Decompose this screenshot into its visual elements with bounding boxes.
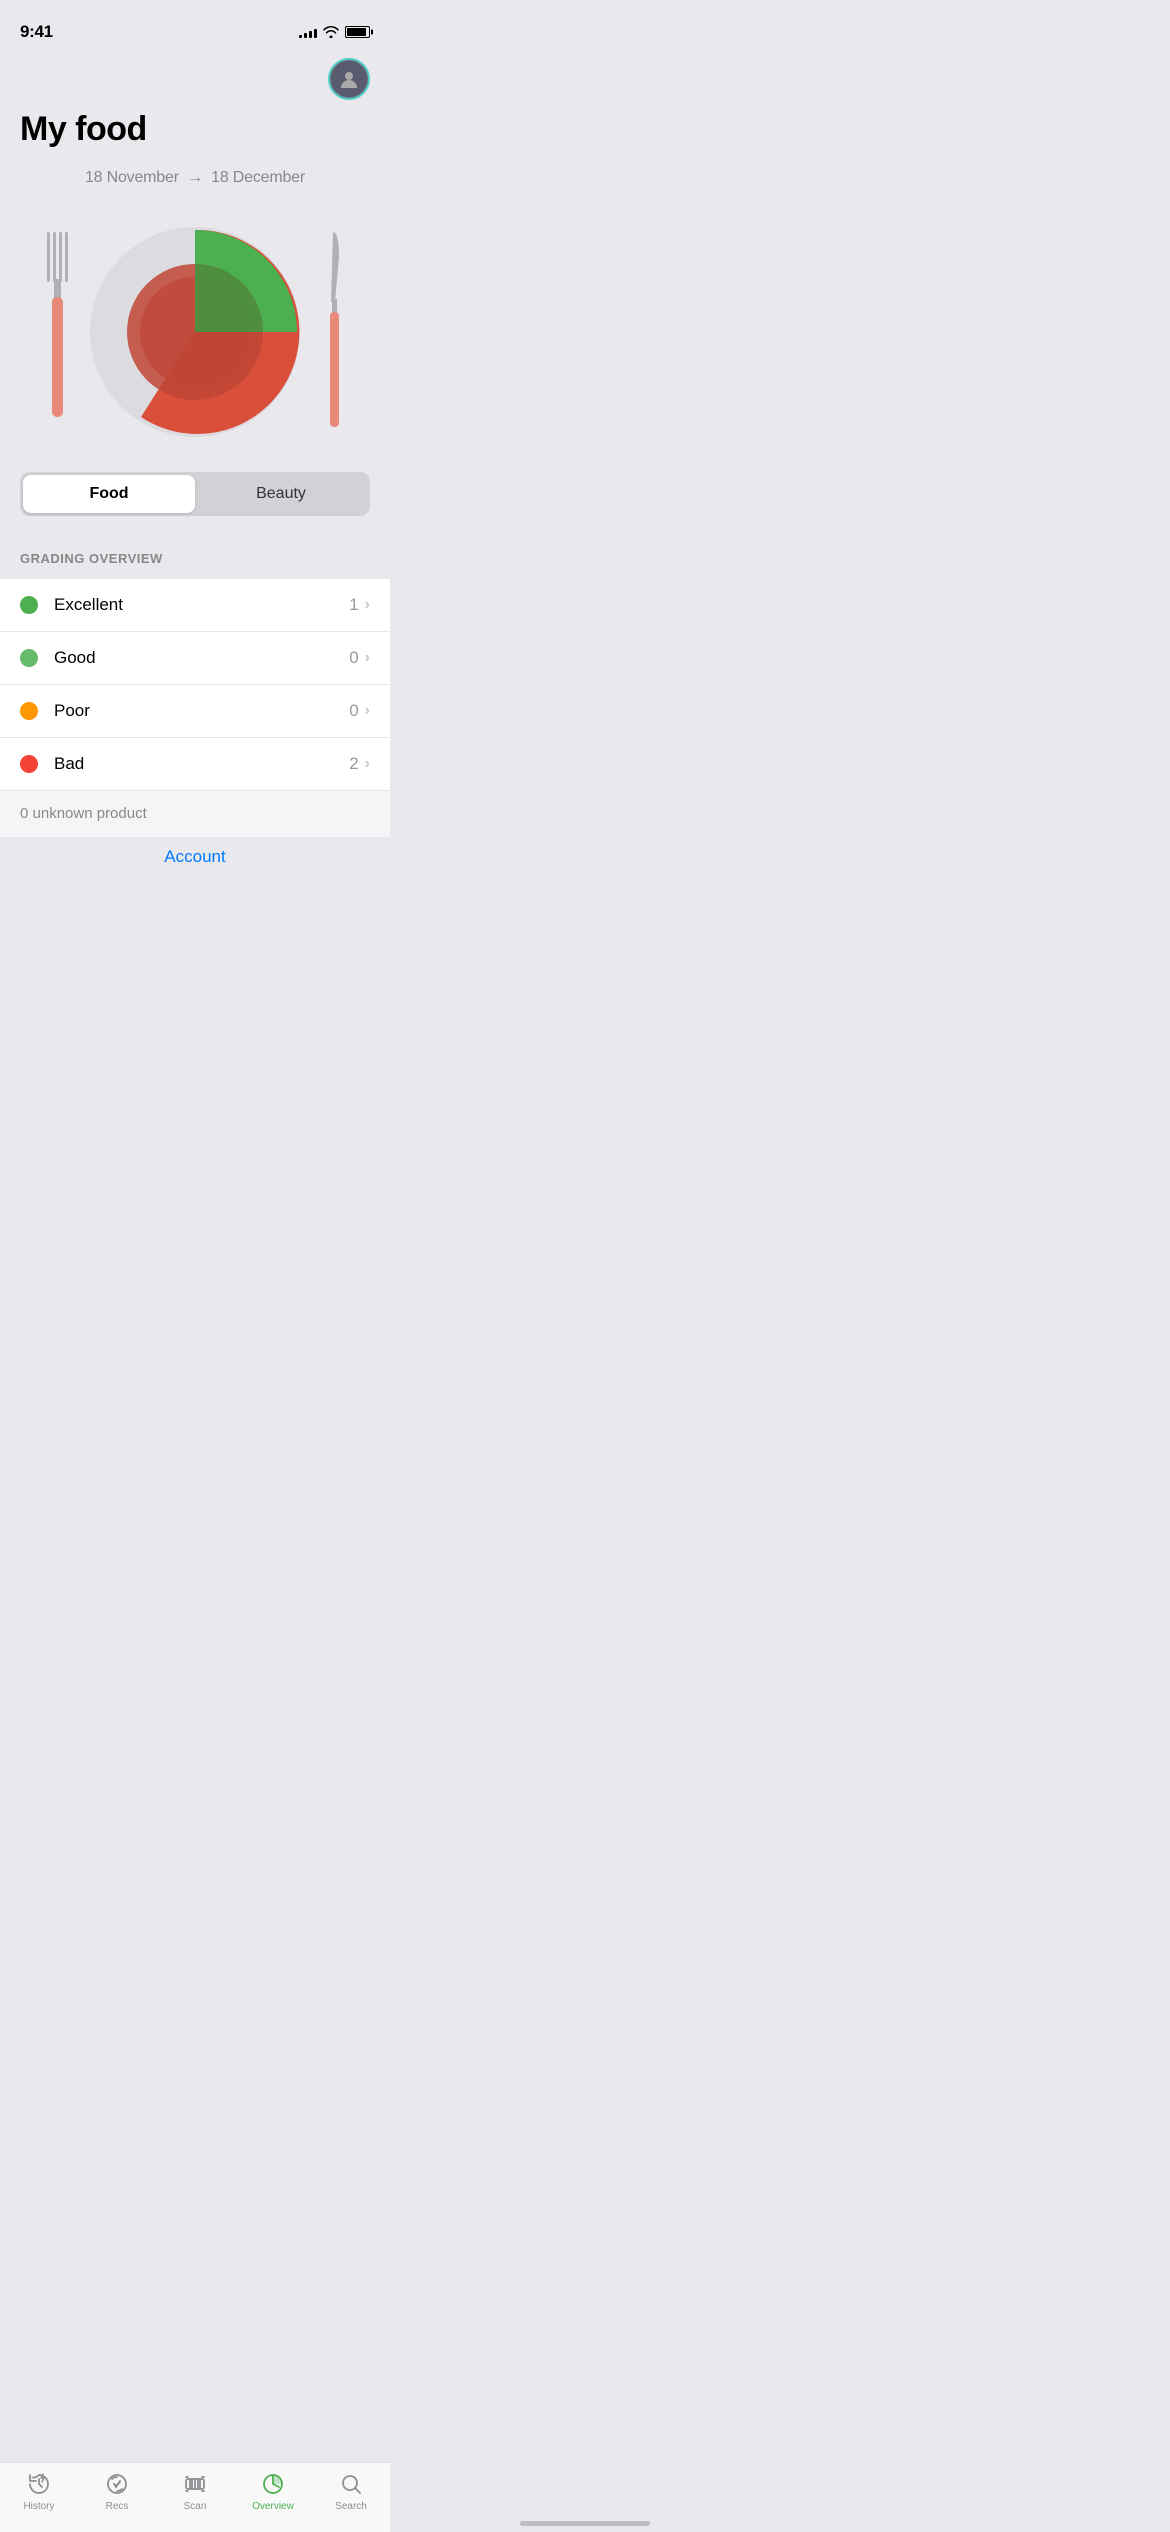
recs-icon <box>104 2471 130 2497</box>
grade-dot-poor <box>20 702 38 720</box>
tab-history[interactable]: History <box>9 2471 69 2512</box>
tab-recs-label: Recs <box>106 2501 129 2512</box>
chevron-right-bad: › <box>365 755 370 773</box>
date-end: 18 December <box>211 169 305 186</box>
profile-avatar-icon <box>338 68 360 90</box>
page-title: My food <box>0 100 390 149</box>
grade-count-poor: 0 <box>349 701 358 721</box>
battery-icon <box>345 26 370 38</box>
tab-history-label: History <box>23 2501 54 2512</box>
overview-icon <box>260 2471 286 2497</box>
toggle-food[interactable]: Food <box>23 475 195 513</box>
account-label: Account <box>164 847 225 866</box>
tab-overview-label: Overview <box>252 2501 294 2512</box>
unknown-product-row: 0 unknown product <box>0 790 390 837</box>
grade-label-poor: Poor <box>54 701 349 721</box>
tab-bar: History Recs <box>0 2462 390 2532</box>
toggle-beauty[interactable]: Beauty <box>195 475 367 513</box>
status-time: 9:41 <box>20 22 53 42</box>
account-peek[interactable]: Account <box>0 837 390 877</box>
tab-recs[interactable]: Recs <box>87 2471 147 2512</box>
grade-count-bad: 2 <box>349 754 358 774</box>
grading-item-good[interactable]: Good 0 › <box>0 632 390 685</box>
grading-list: Excellent 1 › Good 0 › Poor 0 › Bad 2 › <box>0 579 390 790</box>
home-indicator <box>520 2521 650 2526</box>
tab-scan-label: Scan <box>184 2501 207 2512</box>
tab-overview[interactable]: Overview <box>243 2471 303 2512</box>
chevron-right-excellent: › <box>365 596 370 614</box>
status-bar: 9:41 <box>0 0 390 50</box>
status-icons <box>299 26 370 38</box>
grade-label-bad: Bad <box>54 754 349 774</box>
grade-count-good: 0 <box>349 648 358 668</box>
grading-item-excellent[interactable]: Excellent 1 › <box>0 579 390 632</box>
grade-dot-bad <box>20 755 38 773</box>
profile-row <box>0 50 390 100</box>
knife-icon <box>317 227 352 437</box>
grading-title: GRADING OVERVIEW <box>20 551 370 566</box>
profile-avatar[interactable] <box>328 58 370 100</box>
signal-icon <box>299 26 317 38</box>
date-arrow: → <box>187 169 203 186</box>
segment-toggle[interactable]: Food Beauty <box>20 472 370 516</box>
chevron-right-good: › <box>365 649 370 667</box>
unknown-product-text: 0 unknown product <box>20 805 147 822</box>
grade-dot-excellent <box>20 596 38 614</box>
grade-count-excellent: 1 <box>349 595 358 615</box>
history-icon <box>26 2471 52 2497</box>
date-range: 18 November → 18 December <box>0 169 390 187</box>
grading-item-bad[interactable]: Bad 2 › <box>0 738 390 790</box>
tab-scan[interactable]: Scan <box>165 2471 225 2512</box>
chart-container <box>0 207 390 457</box>
tab-search[interactable]: Search <box>321 2471 381 2512</box>
scan-icon <box>182 2471 208 2497</box>
search-icon <box>338 2471 364 2497</box>
grading-section: GRADING OVERVIEW <box>0 536 390 579</box>
grade-dot-good <box>20 649 38 667</box>
date-start: 18 November <box>85 169 179 186</box>
pie-chart <box>85 222 305 442</box>
fork-icon <box>35 227 80 437</box>
grade-label-excellent: Excellent <box>54 595 349 615</box>
chevron-right-poor: › <box>365 702 370 720</box>
tab-search-label: Search <box>335 2501 367 2512</box>
grading-item-poor[interactable]: Poor 0 › <box>0 685 390 738</box>
grade-label-good: Good <box>54 648 349 668</box>
wifi-icon <box>323 26 339 38</box>
